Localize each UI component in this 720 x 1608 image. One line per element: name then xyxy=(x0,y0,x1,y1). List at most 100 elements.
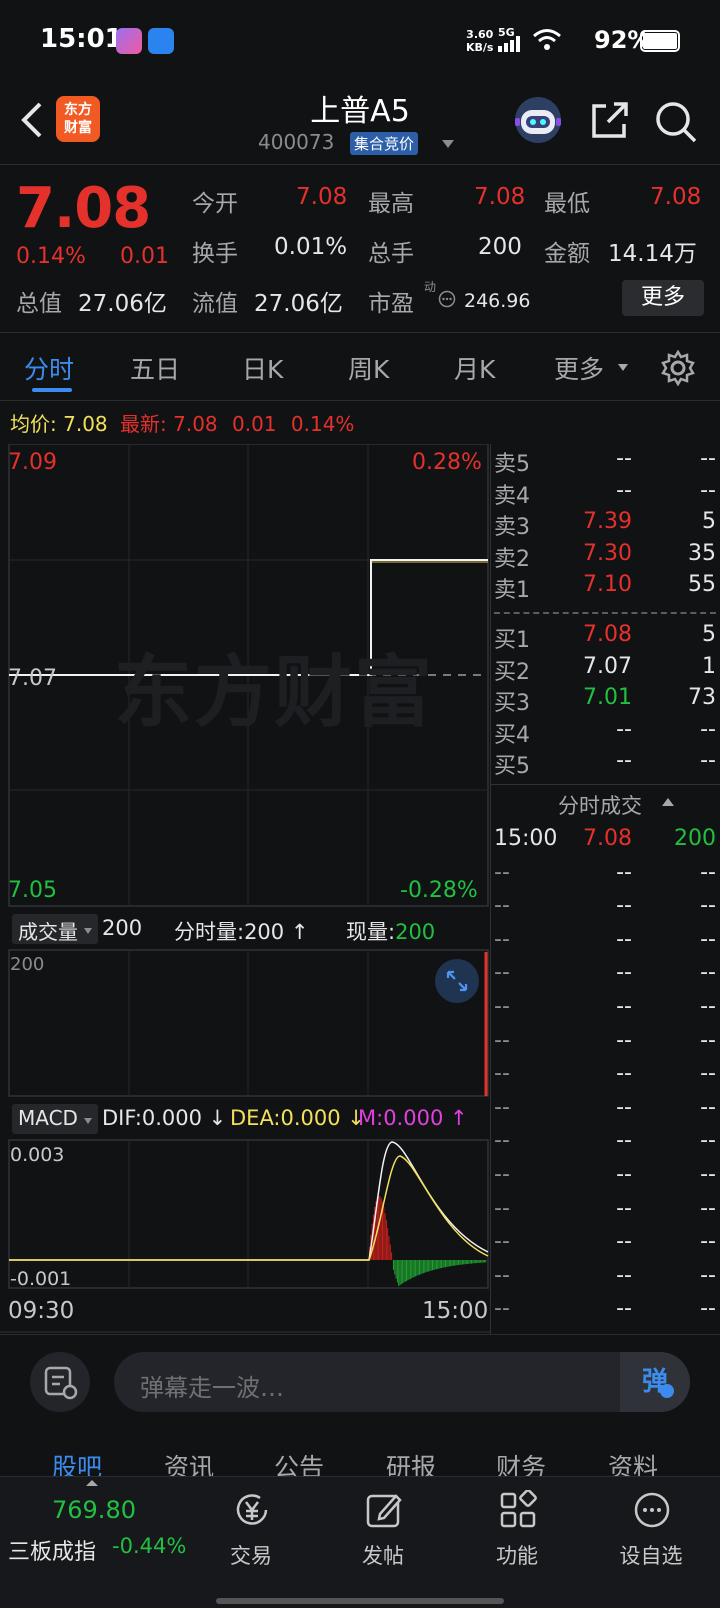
index-change: -0.44% xyxy=(112,1534,187,1558)
trade-yen-icon[interactable] xyxy=(232,1490,272,1530)
macd-histogram-bar xyxy=(411,1260,413,1279)
trade-row: -- -- -- xyxy=(494,1095,716,1125)
sell-level-volume: -- xyxy=(700,446,716,471)
macd-label: MACD xyxy=(18,1106,78,1130)
buy-level-row: 买1 7.08 5 xyxy=(494,622,716,653)
macd-histogram-bar xyxy=(484,1260,485,1263)
chevron-up-icon[interactable] xyxy=(662,798,674,806)
macd-histogram-bar xyxy=(412,1260,414,1278)
buy-level-label: 买2 xyxy=(494,659,530,685)
auction-badge[interactable]: 集合竞价 xyxy=(350,132,419,155)
buy-level-volume: 73 xyxy=(688,685,716,710)
share-icon[interactable] xyxy=(588,100,632,142)
battery-level xyxy=(643,33,677,49)
macd-histogram-bar xyxy=(437,1260,439,1269)
y-axis-bottom: 7.05 xyxy=(8,878,57,903)
macd-histogram-bar xyxy=(460,1260,462,1265)
trade-row: -- -- -- xyxy=(494,1162,716,1192)
nav-post[interactable]: 发帖 xyxy=(328,1540,438,1570)
trade-row: -- -- -- xyxy=(494,1229,716,1259)
back-arrow-icon[interactable] xyxy=(16,98,56,142)
x-axis-start: 09:30 xyxy=(8,1298,75,1324)
post-edit-icon[interactable] xyxy=(364,1490,404,1530)
macd-histogram-bar xyxy=(478,1260,480,1263)
macd-histogram-bar xyxy=(380,1198,382,1260)
trades-title[interactable]: 分时成交 xyxy=(558,790,642,820)
trade-volume: -- xyxy=(700,1094,716,1120)
tab-daily-k[interactable]: 日K xyxy=(242,350,283,386)
expand-icon[interactable] xyxy=(434,958,480,1004)
tab-5day[interactable]: 五日 xyxy=(130,350,180,386)
buy-level-volume: -- xyxy=(700,716,716,742)
macd-histogram-bar xyxy=(481,1260,483,1263)
high-label: 最高 xyxy=(368,191,414,217)
trade-volume: -- xyxy=(700,994,716,1019)
low-value: 7.08 xyxy=(650,184,702,210)
macd-histogram-bar xyxy=(430,1260,432,1271)
home-indicator xyxy=(216,1598,504,1604)
functions-grid-icon[interactable] xyxy=(498,1490,538,1530)
macd-histogram-bar xyxy=(456,1260,458,1266)
danmu-send-button[interactable]: 弹 xyxy=(620,1352,690,1412)
status-time: 15:01 xyxy=(40,24,123,54)
robot-assistant-icon[interactable] xyxy=(512,96,564,144)
sell-level-row: 卖5 -- -- xyxy=(494,446,716,477)
trade-row: -- -- -- xyxy=(494,1028,716,1058)
sell-level-volume: 5 xyxy=(702,509,716,534)
add-watchlist-icon[interactable] xyxy=(632,1490,672,1530)
trade-price: -- xyxy=(616,926,632,952)
chevron-down-icon[interactable] xyxy=(442,140,454,148)
macd-histogram-bar xyxy=(477,1260,479,1263)
volume-value: 200 xyxy=(478,234,522,260)
danmu-settings-button[interactable] xyxy=(30,1352,90,1412)
active-tab-indicator xyxy=(32,388,72,392)
nav-add-watchlist[interactable]: 设自选 xyxy=(596,1540,706,1570)
tab-weekly-k[interactable]: 周K xyxy=(348,350,389,386)
divider xyxy=(0,332,720,333)
macd-histogram-bar xyxy=(438,1260,440,1269)
macd-histogram-bar xyxy=(403,1260,405,1283)
macd-axis-bottom: -0.001 xyxy=(10,1268,72,1290)
macd-histogram-bar xyxy=(399,1260,401,1286)
tab-intraday[interactable]: 分时 xyxy=(24,350,74,386)
trade-time: -- xyxy=(494,1027,510,1053)
sell-level-volume: 55 xyxy=(688,572,716,597)
trade-time: -- xyxy=(494,1195,510,1221)
stock-code: 400073 xyxy=(258,130,335,154)
index-value[interactable]: 769.80 xyxy=(52,1496,136,1524)
macd-axis-top: 0.003 xyxy=(10,1144,65,1166)
low-label: 最低 xyxy=(544,191,590,217)
trade-time: -- xyxy=(494,1061,510,1087)
nav-functions[interactable]: 功能 xyxy=(462,1540,572,1570)
macd-histogram-bar xyxy=(464,1260,466,1265)
chevron-up-icon[interactable] xyxy=(86,1480,98,1486)
index-name[interactable]: 三板成指 xyxy=(8,1534,96,1566)
macd-histogram-bar xyxy=(417,1260,419,1276)
macd-histogram-bar xyxy=(469,1260,471,1264)
trade-price: -- xyxy=(616,1027,632,1053)
divider xyxy=(0,400,720,401)
settings-gear-icon[interactable] xyxy=(660,350,696,386)
more-dots-icon[interactable] xyxy=(438,290,456,308)
mktcap-value: 27.06亿 xyxy=(78,291,167,317)
tab-monthly-k[interactable]: 月K xyxy=(454,350,495,386)
macd-histogram-bar xyxy=(420,1260,422,1275)
divider xyxy=(0,1334,720,1335)
trade-time: -- xyxy=(494,1296,510,1322)
chevron-down-icon[interactable] xyxy=(618,364,628,371)
macd-histogram-bar xyxy=(459,1260,461,1265)
sell-level-volume: -- xyxy=(700,477,716,503)
mktcap-label: 总值 xyxy=(16,291,62,317)
amount-label: 金额 xyxy=(544,241,590,267)
nav-trade[interactable]: 交易 xyxy=(196,1540,306,1570)
search-icon[interactable] xyxy=(654,100,698,144)
more-button[interactable]: 更多 xyxy=(622,280,704,316)
trade-volume: -- xyxy=(700,926,716,952)
trade-row: -- -- -- xyxy=(494,1061,716,1091)
macd-histogram-bar xyxy=(452,1260,454,1266)
macd-histogram-bar xyxy=(482,1260,484,1263)
change-amount: 0.01 xyxy=(120,244,169,269)
tab-more[interactable]: 更多 xyxy=(554,350,604,386)
open-label: 今开 xyxy=(192,191,238,217)
macd-histogram-bar xyxy=(446,1260,448,1267)
